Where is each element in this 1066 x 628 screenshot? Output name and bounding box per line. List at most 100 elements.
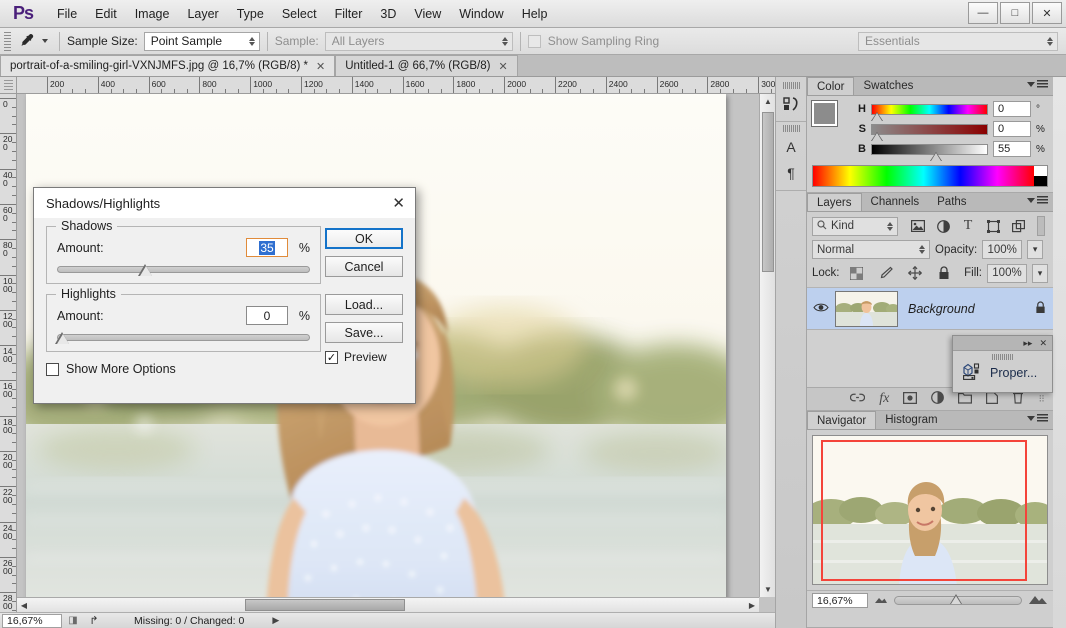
- foreground-color-swatch[interactable]: [812, 101, 837, 126]
- tab-color[interactable]: Color: [807, 77, 854, 95]
- highlights-amount-slider[interactable]: [57, 334, 310, 341]
- color-panel-menu-button[interactable]: [1027, 80, 1048, 89]
- layers-panel-menu-button[interactable]: [1027, 196, 1048, 205]
- brightness-slider-thumb[interactable]: [931, 153, 942, 161]
- minimize-button[interactable]: —: [968, 2, 998, 24]
- shadows-amount-slider[interactable]: [57, 266, 310, 273]
- menu-window[interactable]: Window: [450, 3, 512, 25]
- options-bar-grip[interactable]: [4, 32, 11, 51]
- navigator-view-rect[interactable]: [821, 440, 1027, 581]
- eye-icon[interactable]: [807, 302, 835, 316]
- close-icon[interactable]: ✕: [316, 60, 325, 73]
- fx-icon[interactable]: fx: [879, 391, 889, 407]
- dialog-close-icon[interactable]: ✕: [392, 194, 405, 212]
- link-icon[interactable]: [850, 392, 865, 406]
- transparency-lock-icon[interactable]: [845, 263, 869, 283]
- paragraph-icon[interactable]: ¶: [776, 160, 806, 186]
- color-swatches[interactable]: [812, 101, 852, 137]
- fill-chevron-icon[interactable]: ▾: [1032, 264, 1048, 283]
- menu-view[interactable]: View: [405, 3, 450, 25]
- vertical-ruler[interactable]: 0200400600800100012001400160018002000220…: [0, 94, 17, 628]
- highlights-amount-input[interactable]: 0: [246, 306, 288, 325]
- navigator-panel-menu-button[interactable]: [1027, 414, 1048, 423]
- show-sampling-ring-checkbox[interactable]: [528, 35, 541, 48]
- layer-thumbnail[interactable]: [835, 291, 898, 327]
- cancel-button[interactable]: Cancel: [325, 256, 403, 277]
- all-lock-icon[interactable]: [932, 263, 956, 283]
- navigator-zoom-thumb[interactable]: [950, 594, 963, 604]
- layer-filter-toggle[interactable]: [1037, 216, 1045, 236]
- share-icon[interactable]: ↱: [84, 614, 104, 627]
- adjustment-icon[interactable]: [931, 391, 944, 407]
- preview-row[interactable]: ✓ Preview: [325, 350, 403, 364]
- shadows-amount-input[interactable]: 35: [246, 238, 288, 257]
- menu-type[interactable]: Type: [228, 3, 273, 25]
- close-icon[interactable]: ✕: [498, 60, 507, 73]
- delete-icon[interactable]: [1012, 391, 1024, 407]
- blend-mode-select[interactable]: Normal: [812, 240, 930, 259]
- color-spectrum-ramp[interactable]: [812, 165, 1048, 187]
- maximize-button[interactable]: □: [1000, 2, 1030, 24]
- menu-filter[interactable]: Filter: [326, 3, 372, 25]
- hue-value-field[interactable]: 0: [993, 101, 1031, 117]
- horizontal-scroll-thumb[interactable]: [245, 599, 405, 611]
- collapse-icon[interactable]: ▸▸: [1023, 338, 1032, 349]
- canvas-horizontal-scrollbar[interactable]: ◀ ▶: [17, 597, 759, 612]
- layer-name[interactable]: Background: [898, 302, 1027, 316]
- image-filter-icon[interactable]: [906, 216, 930, 236]
- menu-image[interactable]: Image: [126, 3, 179, 25]
- saturation-slider-thumb[interactable]: [872, 133, 883, 141]
- dock-grip-1[interactable]: [783, 82, 800, 89]
- scroll-up-icon[interactable]: ▲: [760, 94, 776, 109]
- saturation-slider[interactable]: [871, 124, 988, 135]
- document-tab-portrait[interactable]: portrait-of-a-smiling-girl-VXNJMFS.jpg @…: [0, 55, 335, 76]
- close-icon[interactable]: ✕: [1039, 338, 1047, 349]
- character-icon[interactable]: A: [776, 134, 806, 160]
- menu-layer[interactable]: Layer: [178, 3, 227, 25]
- highlights-slider-thumb[interactable]: [55, 332, 70, 344]
- opacity-value[interactable]: 100%: [982, 240, 1022, 259]
- show-more-options-row[interactable]: Show More Options: [46, 362, 321, 376]
- sample-select[interactable]: All Layers: [325, 32, 513, 51]
- canvas-vertical-scrollbar[interactable]: ▲ ▼: [759, 94, 775, 597]
- shape-filter-icon[interactable]: [981, 216, 1005, 236]
- menu-select[interactable]: Select: [273, 3, 326, 25]
- menu-3d[interactable]: 3D: [371, 3, 405, 25]
- shadows-slider-thumb[interactable]: [138, 264, 153, 276]
- tab-paths[interactable]: Paths: [928, 193, 975, 211]
- close-button[interactable]: ✕: [1032, 2, 1062, 24]
- tab-swatches[interactable]: Swatches: [854, 77, 922, 95]
- dock-grip-2[interactable]: [783, 125, 800, 132]
- menu-file[interactable]: File: [48, 3, 86, 25]
- move-lock-icon[interactable]: [903, 263, 927, 283]
- scroll-right-icon[interactable]: ▶: [745, 598, 759, 612]
- fill-value[interactable]: 100%: [987, 264, 1027, 283]
- layer-row-background[interactable]: Background: [807, 288, 1053, 330]
- zoom-level-field[interactable]: 16,67%: [2, 614, 62, 628]
- ruler-corner[interactable]: [0, 77, 17, 94]
- brightness-slider[interactable]: [871, 144, 988, 155]
- scroll-down-icon[interactable]: ▼: [760, 582, 776, 597]
- opacity-chevron-icon[interactable]: ▾: [1027, 240, 1043, 259]
- group-icon[interactable]: [958, 392, 972, 407]
- tab-layers[interactable]: Layers: [807, 193, 862, 211]
- active-tool-button[interactable]: [16, 32, 52, 50]
- new-layer-icon[interactable]: [986, 392, 998, 407]
- horizontal-ruler[interactable]: 2004006008001000120014001600180020002200…: [17, 77, 775, 94]
- preview-proof-icon[interactable]: ◨: [62, 615, 84, 626]
- ok-button[interactable]: OK: [325, 228, 403, 249]
- save-button[interactable]: Save...: [325, 322, 403, 343]
- navigator-zoom-slider[interactable]: [894, 596, 1022, 605]
- properties-panel-titlebar[interactable]: ▸▸ ✕: [953, 336, 1052, 351]
- preview-checkbox[interactable]: ✓: [325, 351, 338, 364]
- tab-histogram[interactable]: Histogram: [876, 411, 946, 429]
- small-mountain-icon[interactable]: [874, 595, 888, 607]
- menu-edit[interactable]: Edit: [86, 3, 126, 25]
- workspace-select[interactable]: Essentials: [858, 32, 1058, 51]
- hue-slider[interactable]: [871, 104, 988, 115]
- brush-lock-icon[interactable]: [874, 263, 898, 283]
- smartobject-filter-icon[interactable]: [1006, 216, 1030, 236]
- saturation-value-field[interactable]: 0: [993, 121, 1031, 137]
- status-expand-icon[interactable]: ▶: [272, 615, 279, 626]
- tool-preset-chevron-icon[interactable]: [42, 39, 48, 43]
